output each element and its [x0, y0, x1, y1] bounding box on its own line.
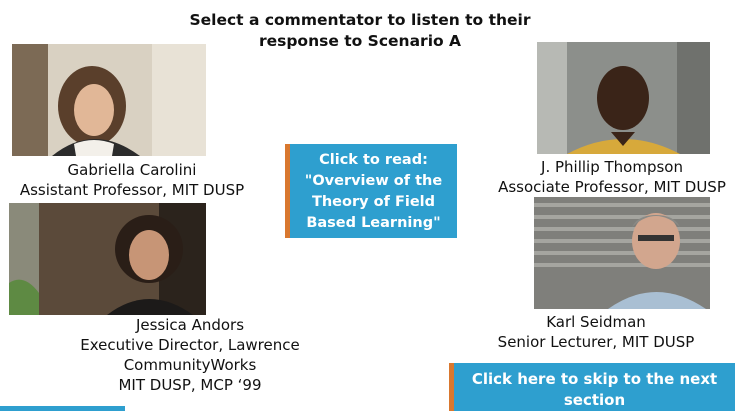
skip-button-line-1: Click here to skip to the next — [471, 370, 718, 388]
commentator-photo-thompson[interactable] — [537, 42, 710, 154]
commentator-photo-andors[interactable] — [9, 203, 206, 315]
read-button-line-1: Click to read: — [319, 152, 428, 168]
skip-section-button[interactable]: Click here to skip to the next section — [449, 363, 735, 411]
commentator-caption-thompson[interactable]: J. Phillip Thompson Associate Professor,… — [488, 157, 736, 197]
commentator-name: Gabriella Carolini — [67, 161, 197, 179]
commentator-photo-carolini[interactable] — [12, 44, 206, 156]
commentator-caption-seidman[interactable]: Karl Seidman Senior Lecturer, MIT DUSP — [490, 312, 702, 352]
title-line-1: Select a commentator to listen to their — [189, 11, 531, 29]
commentator-title: Associate Professor, MIT DUSP — [498, 178, 726, 196]
commentator-name: J. Phillip Thompson — [541, 158, 683, 176]
page-title: Select a commentator to listen to their … — [180, 10, 540, 52]
title-line-2: response to Scenario A — [258, 32, 462, 50]
commentator-title: Executive Director, Lawrence — [80, 336, 300, 354]
commentator-name: Karl Seidman — [546, 313, 646, 331]
commentator-photo-seidman[interactable] — [534, 197, 710, 309]
commentator-title-cont: CommunityWorks — [123, 356, 257, 374]
commentator-degree: MIT DUSP, MCP ‘99 — [118, 376, 262, 394]
read-button-line-2: "Overview of the — [304, 173, 443, 189]
read-button-line-3: Theory of Field — [311, 194, 436, 210]
commentator-caption-carolini[interactable]: Gabriella Carolini Assistant Professor, … — [12, 160, 252, 200]
bottom-accent-bar — [0, 406, 125, 411]
commentator-name: Jessica Andors — [135, 316, 245, 334]
commentator-caption-andors[interactable]: Jessica Andors Executive Director, Lawre… — [70, 315, 310, 395]
skip-button-line-2: section — [563, 391, 626, 409]
read-button-line-4: Based Learning" — [306, 215, 441, 231]
read-overview-button[interactable]: Click to read: "Overview of the Theory o… — [285, 144, 457, 238]
commentator-title: Senior Lecturer, MIT DUSP — [497, 333, 695, 351]
commentator-title: Assistant Professor, MIT DUSP — [19, 181, 245, 199]
